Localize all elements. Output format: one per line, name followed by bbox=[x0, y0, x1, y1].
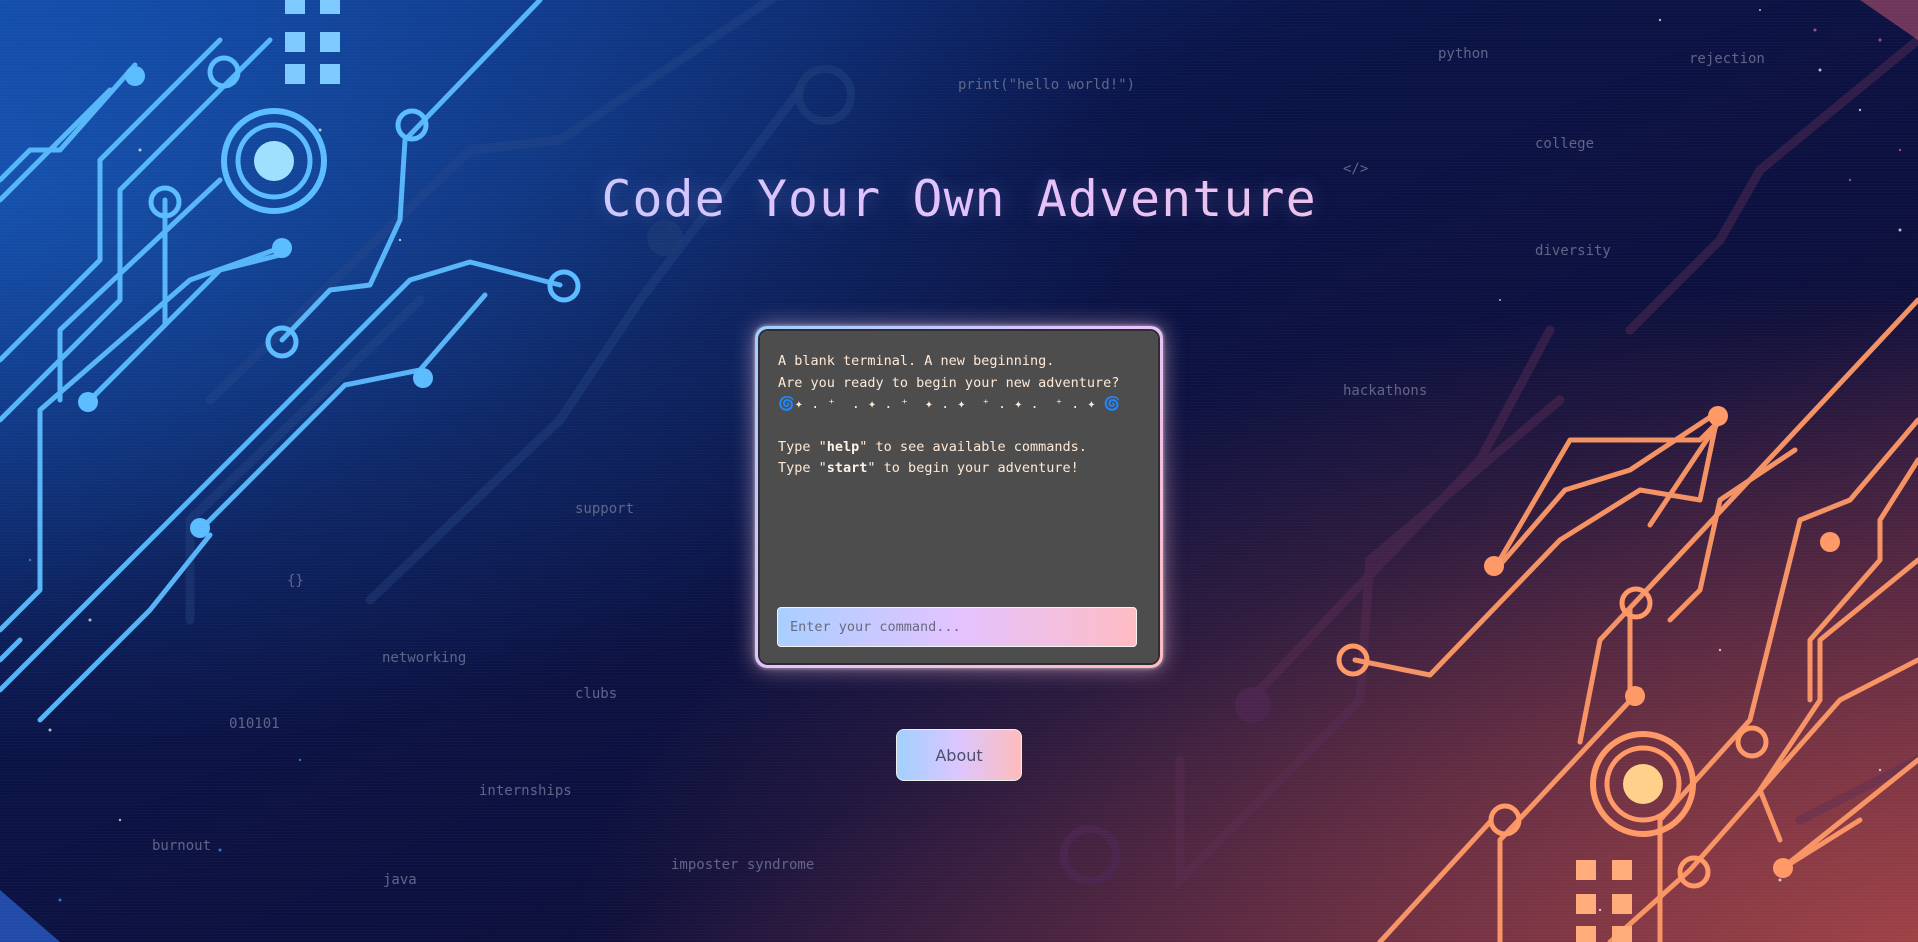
terminal-line-start: Type "start" to begin your adventure! bbox=[778, 460, 1079, 476]
bg-word-python: python bbox=[1438, 46, 1489, 62]
command-input[interactable] bbox=[777, 607, 1137, 647]
terminal-line-intro: A blank terminal. A new beginning. bbox=[778, 353, 1055, 369]
bg-word-imposter: imposter syndrome bbox=[671, 857, 815, 873]
terminal-line-sparkles: 🌀✦ . ⁺ . ✦ . ⁺ ✦ . ✦ ⁺ . ✦ . ⁺ . ✦ 🌀 bbox=[778, 396, 1121, 412]
bg-word-binary: 010101 bbox=[229, 716, 280, 732]
terminal-window: A blank terminal. A new beginning. Are y… bbox=[758, 329, 1160, 665]
help-command: help bbox=[826, 438, 860, 455]
bg-word-print: print("hello world!") bbox=[958, 77, 1136, 93]
bg-word-support: support bbox=[575, 501, 635, 517]
bg-word-networking: networking bbox=[382, 650, 467, 666]
bg-word-clubs: clubs bbox=[575, 686, 618, 702]
start-command: start bbox=[826, 460, 868, 476]
bg-word-hackathons: hackathons bbox=[1343, 383, 1428, 399]
bg-word-java: java bbox=[383, 872, 417, 888]
bg-word-burnout: burnout bbox=[152, 838, 212, 854]
bg-word-internships: internships bbox=[479, 783, 572, 799]
bg-word-college: college bbox=[1535, 136, 1595, 152]
bg-word-braces: {} bbox=[287, 573, 304, 589]
bg-word-rejection: rejection bbox=[1689, 51, 1765, 67]
terminal-line-question: Are you ready to begin your new adventur… bbox=[778, 374, 1120, 391]
terminal-line-help: Type "help" to see available commands. bbox=[778, 438, 1087, 455]
about-button[interactable]: About bbox=[896, 729, 1022, 781]
terminal-frame: A blank terminal. A new beginning. Are y… bbox=[755, 326, 1163, 668]
page-title: Code Your Own Adventure bbox=[0, 170, 1918, 228]
bg-word-diversity: diversity bbox=[1535, 243, 1611, 259]
